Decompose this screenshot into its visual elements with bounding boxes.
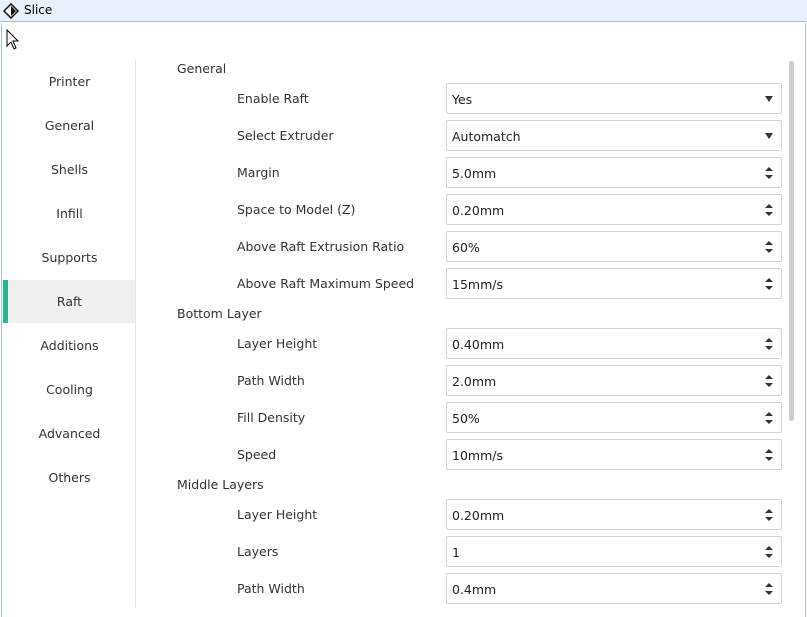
bottom-layer-height-value: 0.40mm [452, 337, 505, 352]
field-label-middle-layer-height: Layer Height [237, 507, 318, 522]
spinner-arrows-icon[interactable] [764, 507, 774, 523]
spinner-arrows-icon[interactable] [764, 410, 774, 426]
sidebar-item-label: Cooling [46, 382, 93, 397]
sidebar-item-label: General [44, 118, 95, 133]
sidebar-item-shells[interactable]: Shells [3, 148, 136, 191]
sidebar-item-label: Shells [50, 162, 88, 177]
field-label-middle-path-width: Path Width [237, 581, 305, 596]
sidebar-item-advanced[interactable]: Advanced [3, 412, 136, 455]
sidebar-item-supports[interactable]: Supports [3, 236, 136, 279]
section-title-general: General [177, 61, 227, 76]
space-to-model-spinbox[interactable]: 0.20mm [446, 194, 782, 225]
bottom-speed-spinbox[interactable]: 10mm/s [446, 439, 782, 470]
sidebar-item-label: Infill [56, 206, 83, 221]
middle-path-width-spinbox[interactable]: 0.4mm [446, 573, 782, 604]
above-raft-maximum-speed-spinbox[interactable]: 15mm/s [446, 268, 782, 299]
sidebar-item-others[interactable]: Others [3, 456, 136, 499]
above-raft-extrusion-ratio-spinbox[interactable]: 60% [446, 231, 782, 262]
margin-spinbox[interactable]: 5.0mm [446, 157, 782, 188]
bottom-speed-value: 10mm/s [452, 448, 503, 463]
above-raft-maximum-speed-value: 15mm/s [452, 277, 503, 292]
middle-layers-count-spinbox[interactable]: 1 [446, 536, 782, 567]
select-extruder-value: Automatch [452, 129, 521, 144]
spinner-arrows-icon[interactable] [764, 581, 774, 597]
field-label-enable-raft: Enable Raft [237, 91, 309, 106]
sidebar-item-general[interactable]: General [3, 104, 136, 147]
field-label-bottom-layer-height: Layer Height [237, 336, 318, 351]
sidebar-item-raft[interactable]: Raft [3, 280, 136, 323]
field-label-above-raft-maximum-speed: Above Raft Maximum Speed [237, 276, 415, 291]
spinner-arrows-icon[interactable] [764, 447, 774, 463]
sidebar-item-infill[interactable]: Infill [3, 192, 136, 235]
enable-raft-dropdown[interactable]: Yes [446, 83, 782, 114]
field-label-bottom-speed: Speed [237, 447, 277, 462]
spinner-arrows-icon[interactable] [764, 165, 774, 181]
sidebar-item-cooling[interactable]: Cooling [3, 368, 136, 411]
field-label-bottom-path-width: Path Width [237, 373, 305, 388]
sidebar-item-printer[interactable]: Printer [3, 60, 136, 103]
mouse-cursor-icon [6, 29, 20, 50]
spinner-arrows-icon[interactable] [764, 239, 774, 255]
bottom-fill-density-spinbox[interactable]: 50% [446, 402, 782, 433]
field-label-bottom-fill-density: Fill Density [237, 410, 306, 425]
window-title: Slice [24, 3, 53, 17]
middle-layer-height-value: 0.20mm [452, 508, 505, 523]
sidebar-item-additions[interactable]: Additions [3, 324, 136, 367]
select-extruder-dropdown[interactable]: Automatch [446, 120, 782, 151]
spinner-arrows-icon[interactable] [764, 373, 774, 389]
section-title-middle-layers: Middle Layers [177, 477, 264, 492]
bottom-layer-height-spinbox[interactable]: 0.40mm [446, 328, 782, 359]
spinner-arrows-icon[interactable] [764, 276, 774, 292]
middle-layer-height-spinbox[interactable]: 0.20mm [446, 499, 782, 530]
enable-raft-value: Yes [452, 92, 473, 107]
field-label-middle-layers-count: Layers [237, 544, 279, 559]
section-title-bottom-layer: Bottom Layer [177, 306, 262, 321]
bottom-path-width-value: 2.0mm [452, 374, 497, 389]
field-label-above-raft-extrusion-ratio: Above Raft Extrusion Ratio [237, 239, 405, 254]
sidebar-item-label: Supports [41, 250, 98, 265]
bottom-path-width-spinbox[interactable]: 2.0mm [446, 365, 782, 396]
spinner-arrows-icon[interactable] [764, 336, 774, 352]
above-raft-extrusion-ratio-value: 60% [452, 240, 480, 255]
app-diamond-icon [3, 3, 19, 19]
field-label-select-extruder: Select Extruder [237, 128, 334, 143]
margin-value: 5.0mm [452, 166, 497, 181]
field-label-margin: Margin [237, 165, 280, 180]
sidebar-item-label: Raft [56, 294, 83, 309]
bottom-fill-density-value: 50% [452, 411, 480, 426]
sidebar-item-label: Advanced [38, 426, 101, 441]
sidebar-divider [135, 60, 136, 608]
middle-layers-count-value: 1 [452, 545, 460, 560]
field-label-space-to-model: Space to Model (Z) [237, 202, 356, 217]
spinner-arrows-icon[interactable] [764, 544, 774, 560]
chevron-down-icon [765, 96, 773, 102]
settings-sidebar: Printer General Shells Infill Supports R… [3, 60, 136, 610]
sidebar-item-label: Additions [40, 338, 99, 353]
spinner-arrows-icon[interactable] [764, 202, 774, 218]
space-to-model-value: 0.20mm [452, 203, 505, 218]
title-bar: Slice [0, 0, 807, 22]
middle-path-width-value: 0.4mm [452, 582, 497, 597]
chevron-down-icon [765, 133, 773, 139]
sidebar-item-label: Printer [48, 74, 91, 89]
vertical-scrollbar[interactable] [789, 61, 794, 421]
sidebar-item-label: Others [48, 470, 91, 485]
